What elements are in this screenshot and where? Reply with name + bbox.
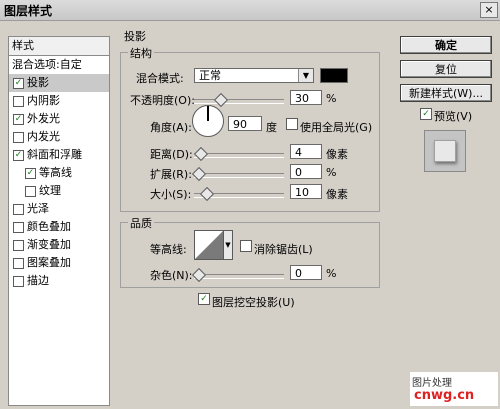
blending-options-item[interactable]: 混合选项:自定 <box>9 56 109 74</box>
styles-list: 样式 混合选项:自定 ✓ 投影 内阴影 ✓ 外发光 内发光 ✓ 斜面和浮雕 ✓ 等高线 纹理 光泽 颜色… <box>8 36 110 406</box>
preview-checkbox[interactable]: ✓ <box>420 108 432 120</box>
style-item-label: 光泽 <box>27 202 49 215</box>
style-item[interactable]: 图案叠加 <box>9 254 109 272</box>
style-item-checkbox[interactable]: ✓ <box>25 168 36 179</box>
size-label: 大小(S): <box>150 188 192 201</box>
title-bar: 图层样式 × <box>0 0 500 21</box>
style-item[interactable]: ✓ 等高线 <box>9 164 109 182</box>
style-item-checkbox[interactable] <box>13 240 24 251</box>
contour-curve-icon <box>195 231 223 259</box>
blend-mode-label: 混合模式: <box>136 72 184 85</box>
style-item-checkbox[interactable] <box>13 96 24 107</box>
spread-input[interactable]: 0 <box>290 164 322 179</box>
global-light-label: 使用全局光(G) <box>300 121 373 134</box>
section-title: 投影 <box>124 30 146 43</box>
noise-label: 杂色(N): <box>150 269 193 282</box>
distance-unit: 像素 <box>326 148 348 161</box>
antialias-label: 消除锯齿(L) <box>254 243 313 256</box>
noise-input[interactable]: 0 <box>290 265 322 280</box>
knockout-checkbox[interactable]: ✓ <box>198 293 210 305</box>
close-button[interactable]: × <box>480 2 498 18</box>
style-item[interactable]: 光泽 <box>9 200 109 218</box>
contour-label: 等高线: <box>150 243 187 256</box>
reset-button[interactable]: 复位 <box>400 60 492 78</box>
size-unit: 像素 <box>326 188 348 201</box>
distance-input[interactable]: 4 <box>290 144 322 159</box>
style-preview-thumbnail <box>424 130 466 172</box>
style-item-checkbox[interactable] <box>13 204 24 215</box>
watermark-text: cnwg.cn <box>414 388 475 403</box>
style-item[interactable]: 内阴影 <box>9 92 109 110</box>
style-item-label: 投影 <box>27 76 49 89</box>
blend-mode-select[interactable]: 正常 ▼ <box>194 68 314 83</box>
style-item-checkbox[interactable] <box>13 222 24 233</box>
watermark-logo: 图片处理 cnwg.cn <box>410 372 498 406</box>
style-item[interactable]: 颜色叠加 <box>9 218 109 236</box>
style-item-checkbox[interactable] <box>25 186 36 197</box>
style-item-checkbox[interactable]: ✓ <box>13 114 24 125</box>
style-item-label: 外发光 <box>27 112 60 125</box>
structure-title: 结构 <box>128 45 154 61</box>
global-light-checkbox[interactable] <box>286 118 298 130</box>
noise-slider[interactable] <box>194 274 284 279</box>
knockout-label: 图层挖空投影(U) <box>212 296 295 309</box>
contour-dropdown-arrow[interactable]: ▼ <box>223 230 233 260</box>
quality-title: 品质 <box>128 215 154 231</box>
style-item-checkbox[interactable] <box>13 258 24 269</box>
style-item[interactable]: 描边 <box>9 272 109 290</box>
opacity-label: 不透明度(O): <box>130 94 195 107</box>
contour-picker[interactable] <box>194 230 224 260</box>
opacity-slider[interactable] <box>194 99 284 104</box>
opacity-unit: % <box>326 92 337 105</box>
style-item-label: 颜色叠加 <box>27 220 71 233</box>
distance-label: 距离(D): <box>150 148 193 161</box>
style-item-label: 斜面和浮雕 <box>27 148 82 161</box>
angle-dial[interactable] <box>192 105 224 137</box>
style-item[interactable]: ✓ 投影 <box>9 74 109 92</box>
style-item-checkbox[interactable]: ✓ <box>13 150 24 161</box>
shadow-color-swatch[interactable] <box>320 68 348 83</box>
opacity-input[interactable]: 30 <box>290 90 322 105</box>
preview-square <box>434 140 456 162</box>
spread-label: 扩展(R): <box>150 168 192 181</box>
style-item-label: 描边 <box>27 274 49 287</box>
angle-input[interactable]: 90 <box>228 116 262 131</box>
noise-unit: % <box>326 267 337 280</box>
style-item[interactable]: 渐变叠加 <box>9 236 109 254</box>
style-item-checkbox[interactable] <box>13 132 24 143</box>
style-item-label: 纹理 <box>39 184 61 197</box>
preview-label: 预览(V) <box>434 110 473 123</box>
style-item[interactable]: ✓ 斜面和浮雕 <box>9 146 109 164</box>
style-item[interactable]: 内发光 <box>9 128 109 146</box>
spread-unit: % <box>326 166 337 179</box>
styles-header: 样式 <box>9 37 109 56</box>
watermark-caption: 图片处理 <box>412 378 452 389</box>
style-item-checkbox[interactable]: ✓ <box>13 78 24 89</box>
style-item-label: 等高线 <box>39 166 72 179</box>
style-item-label: 内发光 <box>27 130 60 143</box>
size-input[interactable]: 10 <box>290 184 322 199</box>
style-item-checkbox[interactable] <box>13 276 24 287</box>
style-item-label: 内阴影 <box>27 94 60 107</box>
style-item-label: 图案叠加 <box>27 256 71 269</box>
spread-slider[interactable] <box>194 173 284 178</box>
ok-button[interactable]: 确定 <box>400 36 492 54</box>
blend-mode-value: 正常 <box>199 69 221 82</box>
window-title: 图层样式 <box>4 4 53 18</box>
antialias-checkbox[interactable] <box>240 240 252 252</box>
style-item-label: 渐变叠加 <box>27 238 71 251</box>
chevron-down-icon: ▼ <box>298 69 313 82</box>
new-style-button[interactable]: 新建样式(W)... <box>400 84 492 102</box>
angle-label: 角度(A): <box>150 121 192 134</box>
angle-dial-needle <box>207 106 209 121</box>
style-item[interactable]: 纹理 <box>9 182 109 200</box>
angle-unit: 度 <box>266 121 277 134</box>
style-item[interactable]: ✓ 外发光 <box>9 110 109 128</box>
